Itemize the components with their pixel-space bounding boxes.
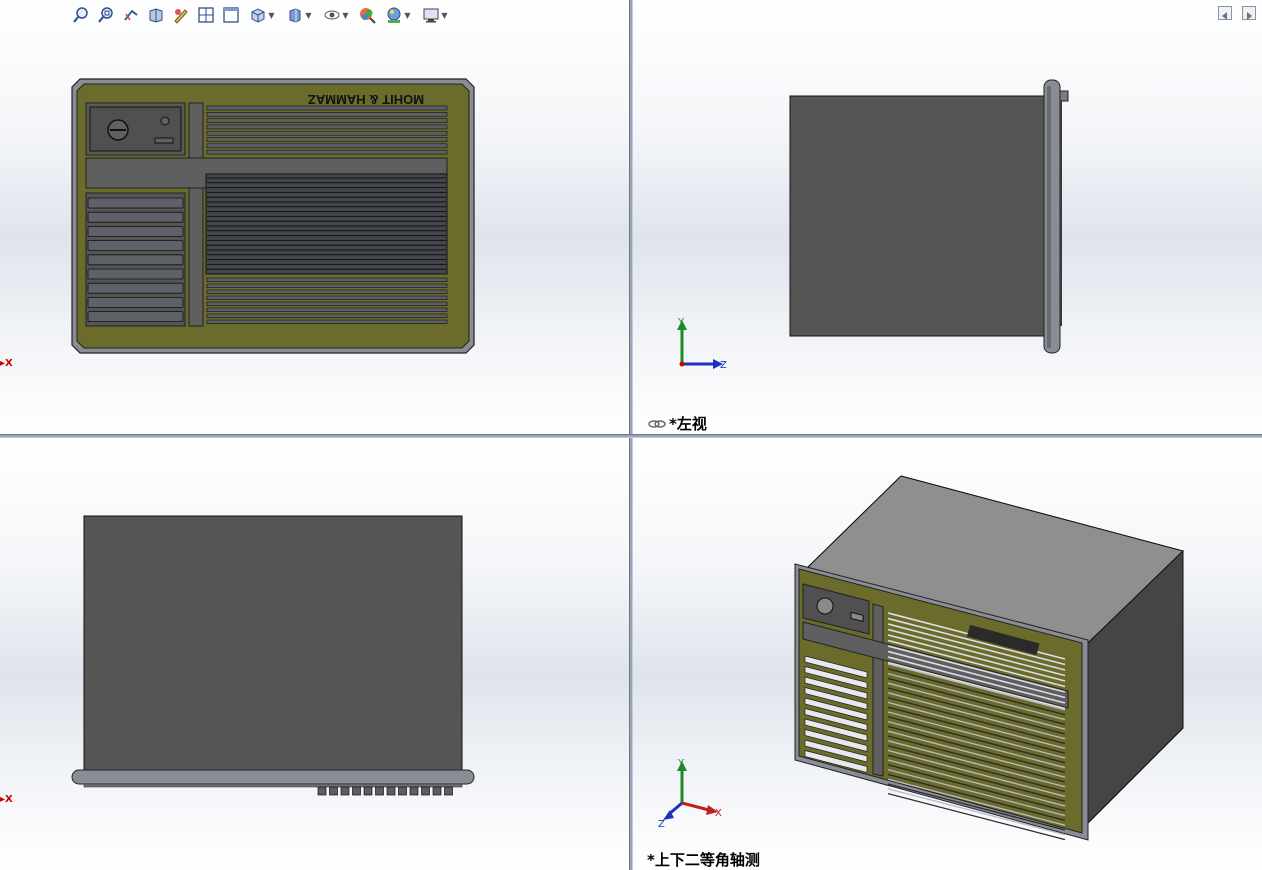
grille-slat (206, 283, 448, 288)
side-slat (87, 296, 184, 308)
side-slat (87, 311, 184, 323)
grille-slat (206, 130, 448, 136)
grille-slat (206, 137, 448, 142)
brand-text: MOHIT & HAMMAZ (308, 92, 424, 107)
bottom-detail (375, 786, 384, 796)
x-axis-indicator-bottom: ▸X (0, 794, 13, 805)
viewport-horizontal-splitter[interactable] (0, 434, 1262, 438)
side-slat (87, 282, 184, 294)
grille-slat (206, 307, 448, 312)
view-name-label-iso: *上下二等角轴测 (647, 851, 760, 869)
side-slat (87, 211, 184, 223)
side-slat (87, 254, 184, 266)
grille-slat (206, 112, 448, 117)
grille-slat (206, 277, 448, 282)
bottom-detail (409, 786, 419, 796)
bottom-detail (421, 786, 430, 796)
bottom-detail (398, 786, 407, 796)
grille-slat (206, 313, 448, 318)
side-slat (87, 240, 184, 252)
bottom-detail (386, 786, 396, 796)
viewport-isometric[interactable]: Y X Z *上下二等角轴测 (633, 438, 1262, 870)
x-axis-indicator: ▸X (0, 358, 13, 369)
grille-slat (206, 143, 448, 149)
triad-isometric (663, 761, 718, 820)
grille-slat (206, 301, 448, 306)
grille-slat (206, 319, 448, 324)
viewport-top-view[interactable]: ▸X (0, 438, 629, 870)
bottom-detail (432, 786, 442, 796)
isometric-view-model: Y X Z (658, 475, 1184, 841)
view-name-label: *左视 (669, 415, 707, 433)
side-slat (87, 268, 184, 280)
grille-slat (206, 118, 448, 123)
bottom-detail (363, 786, 373, 796)
top-view-bottom-details (317, 786, 453, 796)
bottom-detail (329, 786, 338, 796)
bottom-detail (317, 786, 327, 796)
grille-slat (206, 289, 448, 294)
viewport-left-view[interactable]: Y Z *左视 (633, 0, 1262, 434)
bottom-detail (340, 786, 350, 796)
grille-slat (206, 149, 448, 155)
triad-x-label-iso: X (715, 808, 722, 819)
grille-slat (206, 295, 448, 300)
triad-y-label-iso: Y (677, 758, 685, 769)
link-icon (648, 420, 666, 428)
left-view-model: Y Z (648, 79, 1069, 428)
side-slat (87, 225, 184, 237)
top-view-model (71, 515, 475, 796)
svg-text:MOHIT & HAMMAZ: MOHIT & HAMMAZ (308, 92, 424, 107)
viewport-front[interactable]: ▼ ▼ ▼ ▼ ▼ MOHIT & HAMMAZ ▸X (0, 0, 629, 434)
triad-z-label: Z (720, 360, 727, 371)
front-view-model: MOHIT & HAMMAZ (71, 78, 475, 354)
side-grille-slats (85, 192, 186, 327)
grille-slat (206, 124, 448, 130)
side-slat (87, 197, 184, 209)
triad-y-label: Y (677, 317, 685, 328)
triad-z-label-iso: Z (658, 819, 665, 830)
bottom-detail (444, 786, 453, 796)
bottom-detail (352, 786, 361, 796)
